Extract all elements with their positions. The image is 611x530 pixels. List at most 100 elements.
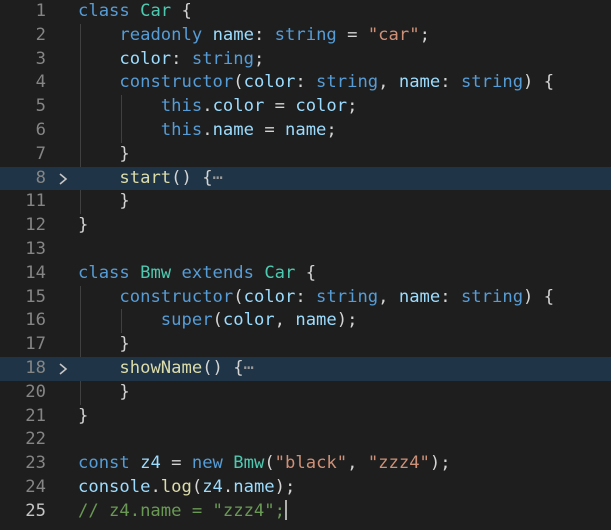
code-line[interactable]: 14 class Bmw extends Car {: [0, 262, 611, 286]
code-token: color: [212, 96, 265, 117]
line-number: 20: [25, 381, 46, 402]
line-number: 15: [25, 286, 46, 307]
code-token: "car": [367, 24, 420, 45]
code-line[interactable]: 4 constructor(color: string, name: strin…: [0, 71, 611, 95]
code-token: color: [295, 96, 348, 117]
code-token: .: [222, 477, 234, 497]
code-line[interactable]: 3 color: string;: [0, 48, 611, 72]
code-token: :: [295, 72, 317, 93]
code-text: }: [78, 333, 129, 357]
code-token: () {: [202, 358, 244, 378]
chevron-right-icon[interactable]: [57, 167, 71, 191]
code-token: }: [78, 191, 130, 212]
code-line[interactable]: 17 }: [0, 333, 611, 357]
code-line[interactable]: 24 console.log(z4.name);: [0, 476, 611, 500]
code-line[interactable]: 12}: [0, 214, 611, 238]
line-number: 2: [35, 24, 46, 45]
code-token: name: [398, 72, 441, 93]
code-token: ,: [274, 310, 296, 331]
code-token: showName: [119, 358, 203, 378]
code-token: :: [440, 286, 461, 307]
code-token: this: [160, 96, 203, 117]
code-line[interactable]: 11 }: [0, 190, 611, 214]
code-token: =: [160, 453, 192, 474]
code-line[interactable]: 2 readonly name: string = "car";: [0, 24, 611, 48]
code-line[interactable]: 5 this.color = color;: [0, 95, 611, 119]
code-line[interactable]: 1 class Car {: [0, 0, 611, 24]
code-token: ,: [347, 453, 368, 474]
code-token: super: [160, 310, 213, 331]
code-text: super(color, name);: [78, 309, 358, 333]
code-line[interactable]: 21}: [0, 405, 611, 429]
code-line[interactable]: 20 }: [0, 381, 611, 405]
code-token: {: [171, 1, 192, 21]
line-number: 18: [25, 358, 46, 378]
code-token: string: [316, 286, 379, 307]
code-line[interactable]: 16 super(color, name);: [0, 309, 611, 333]
code-token: color: [243, 286, 296, 307]
code-token: ,: [378, 72, 399, 93]
code-token: (: [212, 310, 223, 331]
code-line-folded[interactable]: 8 start() {⋯: [0, 166, 611, 191]
code-line[interactable]: 7 }: [0, 143, 611, 167]
code-token: class: [78, 262, 130, 283]
code-token: Car: [264, 262, 296, 283]
line-number: 17: [25, 334, 46, 355]
collapsed-ellipsis[interactable]: ⋯: [213, 168, 223, 188]
code-token: name: [233, 477, 275, 497]
code-token: .: [202, 96, 213, 117]
code-line[interactable]: 22: [0, 428, 611, 452]
code-token: name: [212, 120, 254, 140]
line-number: 12: [25, 215, 46, 236]
code-line-folded[interactable]: 18 showName() {⋯: [0, 357, 611, 381]
code-token: extends: [181, 262, 254, 283]
code-token: class: [78, 1, 130, 21]
code-token: constructor: [119, 72, 234, 93]
code-line[interactable]: 23 const z4 = new Bmw("black", "zzz4");: [0, 452, 611, 476]
code-text: class Bmw extends Car {: [78, 262, 316, 286]
code-token: () {: [171, 167, 213, 188]
line-number: 6: [35, 120, 46, 140]
code-token: =: [253, 120, 286, 140]
line-number: 22: [25, 429, 46, 450]
code-token: ;: [326, 120, 337, 140]
code-token: "black": [274, 453, 348, 474]
line-number: 16: [25, 310, 46, 331]
code-text: }: [78, 405, 88, 429]
code-token: color: [243, 72, 296, 93]
code-token: :: [295, 286, 317, 307]
line-number: 7: [35, 143, 46, 164]
code-token: );: [274, 477, 296, 497]
code-text: const z4 = new Bmw("black", "zzz4");: [78, 452, 451, 476]
collapsed-ellipsis[interactable]: ⋯: [244, 358, 254, 378]
code-token: name: [285, 120, 327, 140]
code-line[interactable]: 25 // z4.name = "zzz4";: [0, 499, 611, 524]
code-text: constructor(color: string, name: string)…: [78, 71, 554, 95]
code-text: start() {⋯: [78, 167, 223, 191]
code-line[interactable]: 13: [0, 238, 611, 262]
code-token: {: [295, 262, 317, 283]
code-text: }: [78, 381, 129, 405]
line-number: 13: [25, 239, 46, 259]
code-token: constructor: [119, 286, 234, 307]
code-token: z4: [140, 453, 161, 474]
code-editor[interactable]: 1 class Car {2 readonly name: string = "c…: [0, 0, 611, 530]
line-number: 1: [35, 1, 46, 21]
code-token: const: [78, 453, 130, 474]
chevron-right-icon[interactable]: [57, 357, 71, 381]
code-line[interactable]: 6 this.name = name;: [0, 119, 611, 143]
code-token: string: [316, 72, 379, 93]
code-token: }: [78, 405, 89, 426]
code-token: name: [295, 310, 337, 331]
code-line[interactable]: 15 constructor(color: string, name: stri…: [0, 286, 611, 310]
code-text: class Car {: [78, 0, 192, 24]
